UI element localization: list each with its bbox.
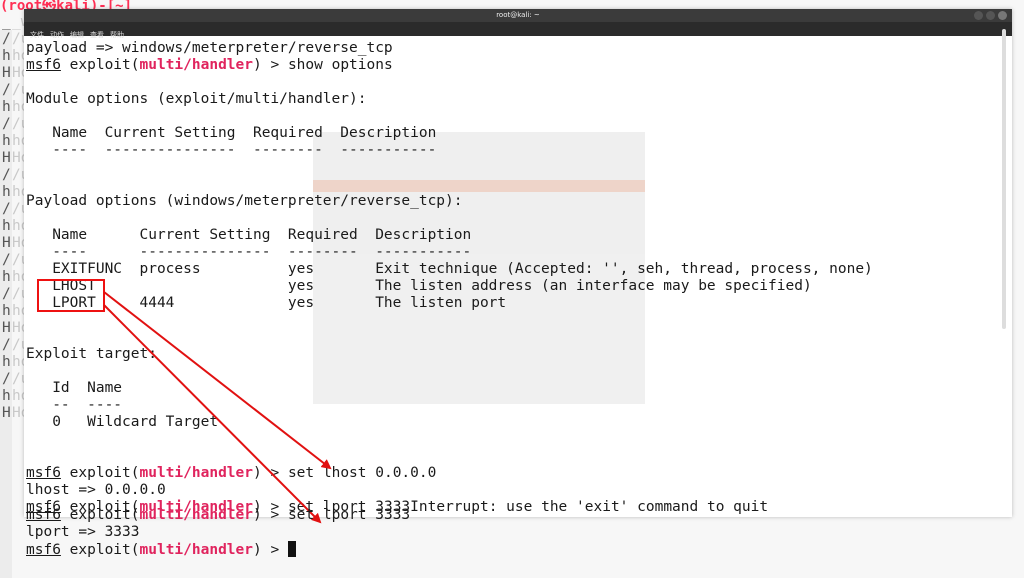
arrow-to-lport — [103, 304, 322, 524]
prompt-current[interactable]: msf6 exploit(multi/handler) > — [26, 541, 296, 558]
output-lport: lport => 3333 — [26, 524, 140, 540]
text-cursor — [287, 541, 296, 557]
annotation-arrows — [103, 291, 332, 524]
prompt-set-lport: msf6 exploit(multi/handler) > set lport … — [26, 507, 411, 523]
arrow-to-lhost — [103, 291, 332, 470]
